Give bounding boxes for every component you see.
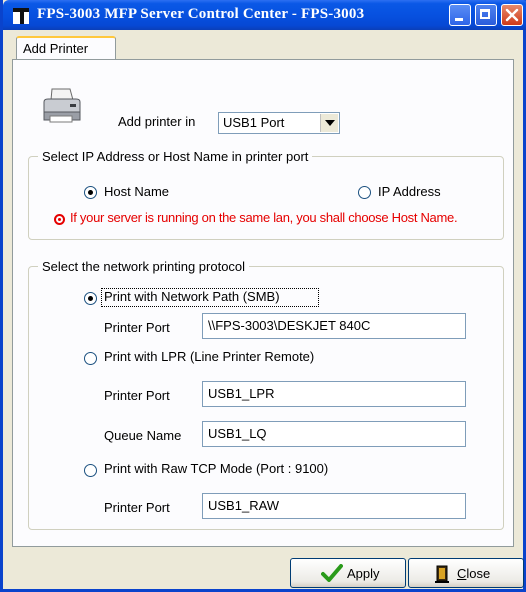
- close-button[interactable]: Close: [408, 558, 524, 588]
- close-label: Close: [457, 566, 491, 581]
- lpr-label[interactable]: Print with LPR (Line Printer Remote): [104, 349, 314, 364]
- lpr-queue-input[interactable]: USB1_LQ: [202, 421, 466, 447]
- apply-button[interactable]: Apply: [290, 558, 406, 588]
- printer-icon: [43, 88, 81, 123]
- close-icon[interactable]: [501, 4, 523, 26]
- host-name-label[interactable]: Host Name: [104, 184, 169, 199]
- ip-address-label[interactable]: IP Address: [378, 184, 441, 199]
- smb-port-input[interactable]: \\FPS-3003\DESKJET 840C: [202, 313, 466, 339]
- protocol-group-legend: Select the network printing protocol: [38, 259, 250, 274]
- raw-port-input[interactable]: USB1_RAW: [202, 493, 466, 519]
- lpr-queue-value: USB1_LQ: [208, 426, 267, 441]
- lpr-port-input[interactable]: USB1_LPR: [202, 381, 466, 407]
- apply-label: Apply: [347, 566, 380, 581]
- port-select-value: USB1 Port: [223, 115, 285, 130]
- lpr-port-value: USB1_LPR: [208, 386, 275, 401]
- warning-text: If your server is running on the same la…: [70, 210, 458, 225]
- add-printer-label: Add printer in: [118, 114, 196, 129]
- maximize-icon[interactable]: [475, 4, 497, 26]
- chevron-down-icon[interactable]: [320, 114, 338, 132]
- warning-icon: [54, 214, 65, 225]
- raw-port-label: Printer Port: [104, 500, 170, 515]
- port-select[interactable]: USB1 Port: [218, 112, 340, 134]
- tab-label: Add Printer: [23, 41, 89, 56]
- raw-label[interactable]: Print with Raw TCP Mode (Port : 9100): [104, 461, 328, 476]
- smb-radio[interactable]: [84, 292, 97, 305]
- address-group-legend: Select IP Address or Host Name in printe…: [38, 149, 313, 164]
- smb-port-value: \\FPS-3003\DESKJET 840C: [208, 318, 371, 333]
- title-bar[interactable]: FPS-3003 MFP Server Control Center - FPS…: [3, 0, 526, 30]
- ip-address-radio[interactable]: [358, 186, 371, 199]
- raw-port-value: USB1_RAW: [208, 498, 280, 513]
- lpr-port-label: Printer Port: [104, 388, 170, 403]
- lpr-queue-label: Queue Name: [104, 428, 182, 443]
- smb-port-label: Printer Port: [104, 320, 170, 335]
- minimize-icon[interactable]: [449, 4, 471, 26]
- door-exit-icon: [435, 565, 449, 583]
- tab-add-printer[interactable]: Add Printer: [16, 36, 116, 60]
- checkmark-icon: [321, 564, 343, 582]
- window-title: FPS-3003 MFP Server Control Center - FPS…: [37, 6, 365, 22]
- lpr-radio[interactable]: [84, 352, 97, 365]
- smb-label[interactable]: Print with Network Path (SMB): [104, 289, 280, 304]
- host-name-radio[interactable]: [84, 186, 97, 199]
- raw-radio[interactable]: [84, 464, 97, 477]
- app-icon[interactable]: [13, 8, 29, 24]
